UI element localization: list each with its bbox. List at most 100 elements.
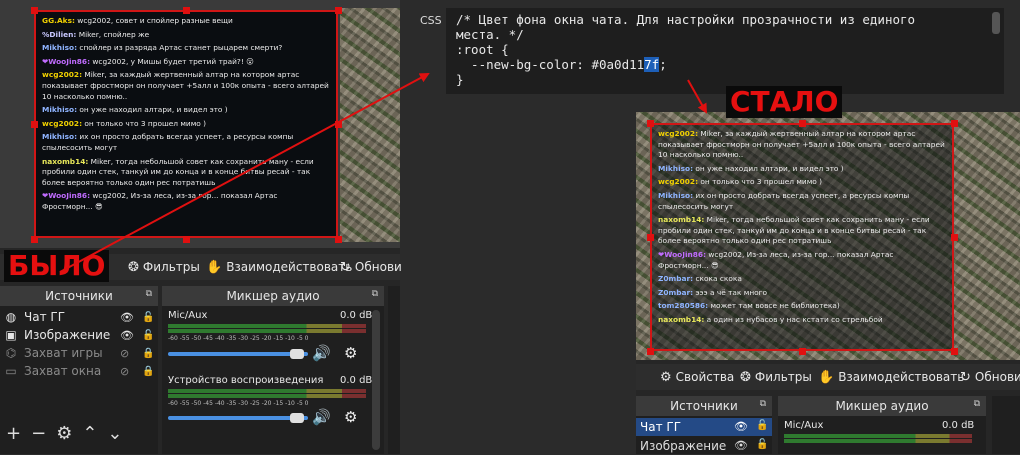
eye-icon[interactable]: 👁 xyxy=(734,420,748,433)
resize-handle[interactable] xyxy=(183,236,190,243)
mixer-scrollbar[interactable] xyxy=(372,310,380,450)
chat-text: скока скока xyxy=(693,274,742,284)
undock-icon[interactable]: ⧉ xyxy=(760,399,766,409)
eye-icon[interactable]: 👁 xyxy=(120,311,134,324)
after-sources-dock: Источники ⧉ Чат ГГ 👁 🔓 Изображение 👁 🔓 xyxy=(636,396,772,454)
resize-handle[interactable] xyxy=(31,7,38,14)
after-chat-messages: wcg2002: Miker, за каждый жертвенный алт… xyxy=(658,129,946,326)
volume-meter xyxy=(784,434,972,438)
css-editor[interactable]: /* Цвет фона окна чата. Для настройки пр… xyxy=(446,8,1004,94)
chat-message: ❤WooJin86: wcg2002, Из-за леса, из-за го… xyxy=(42,191,330,212)
source-item[interactable]: ◍ Чат ГГ 👁 🔓 xyxy=(0,308,158,326)
up-icon[interactable]: ⌃ xyxy=(82,424,97,444)
css-scrollbar[interactable] xyxy=(992,12,1000,34)
chat-text: он уже находил алтари, и видел это ) xyxy=(77,105,228,115)
unlock-icon[interactable]: 🔓 xyxy=(756,439,768,450)
chat-text: их он просто добрать всегда успеет, а ре… xyxy=(42,132,294,152)
eye-icon[interactable]: 👁 xyxy=(120,329,134,342)
resize-handle[interactable] xyxy=(799,120,806,127)
chat-nickname: ❤WooJin86: xyxy=(42,191,91,201)
chat-nickname: Mikhiso: xyxy=(42,43,78,53)
mixer-channel-db: 0.0 dB xyxy=(942,420,975,431)
interact-button[interactable]: ✋ Взаимодействовать xyxy=(818,364,964,390)
unlock-icon[interactable]: 🔓 xyxy=(756,420,768,431)
resize-handle[interactable] xyxy=(335,121,342,128)
eye-icon[interactable]: 👁 xyxy=(734,439,748,452)
speaker-icon[interactable]: 🔊 xyxy=(312,344,331,362)
after-chat-window[interactable]: wcg2002: Miker, за каждый жертвенный алт… xyxy=(650,123,954,351)
mixer-channel-db: 0.0 dB xyxy=(340,375,373,386)
resize-handle[interactable] xyxy=(951,348,958,355)
chat-message: Z0mbar: скока скока xyxy=(658,274,946,285)
meter-scale: -60 -55 -50 -45 -40 -35 -30 -25 -20 -15 … xyxy=(168,400,309,407)
before-sources-dock: Источники ⧉ ◍ Чат ГГ 👁 🔓 ▣ Изображение 👁 🔓 ⌬ Захв… xyxy=(0,286,158,454)
resize-handle[interactable] xyxy=(647,120,654,127)
volume-meter xyxy=(168,389,366,393)
css-label: CSS xyxy=(420,14,442,27)
resize-handle[interactable] xyxy=(31,121,38,128)
filters-button[interactable]: ❂ Фильтры xyxy=(128,254,200,280)
gear-icon[interactable]: ⚙ xyxy=(344,408,357,426)
gear-icon[interactable]: ⚙ xyxy=(344,344,357,362)
undock-icon[interactable]: ⧉ xyxy=(974,399,980,409)
chat-message: wcg2002: Miker, за каждый жертвенный алт… xyxy=(42,70,330,102)
remove-icon[interactable]: − xyxy=(31,424,46,444)
meter-scale: -60 -55 -50 -45 -40 -35 -30 -25 -20 -15 … xyxy=(168,335,309,342)
refresh-icon: ↻ xyxy=(960,369,971,385)
resize-handle[interactable] xyxy=(799,348,806,355)
unlock-icon[interactable]: 🔓 xyxy=(142,312,154,323)
source-item[interactable]: ▣ Изображение 👁 🔓 xyxy=(0,326,158,344)
resize-handle[interactable] xyxy=(335,236,342,243)
resize-handle[interactable] xyxy=(183,7,190,14)
add-icon[interactable]: + xyxy=(6,424,21,444)
undock-icon[interactable]: ⧉ xyxy=(372,289,378,299)
resize-handle[interactable] xyxy=(31,236,38,243)
resize-handle[interactable] xyxy=(335,7,342,14)
after-next-dock xyxy=(992,396,1020,454)
before-next-dock xyxy=(388,286,400,454)
source-item[interactable]: ⌬ Захват игры ⊘ 🔒 xyxy=(0,344,158,362)
refresh-button[interactable]: ↻ Обнови xyxy=(960,364,1020,390)
unlock-icon[interactable]: 🔓 xyxy=(142,330,154,341)
resize-handle[interactable] xyxy=(951,234,958,241)
filters-button[interactable]: ❂ Фильтры xyxy=(740,364,812,390)
chat-nickname: Z0mbar: xyxy=(658,287,694,297)
chat-text: эээ а чё так много xyxy=(693,287,768,297)
resize-handle[interactable] xyxy=(647,234,654,241)
mixer-channel-name: Mic/Aux xyxy=(784,420,824,431)
source-item[interactable]: Чат ГГ 👁 🔓 xyxy=(636,418,772,436)
lock-icon[interactable]: 🔒 xyxy=(142,348,154,359)
mixer-header: Микшер аудио xyxy=(778,396,986,416)
window-icon: ▭ xyxy=(5,364,17,378)
gear-icon: ⚙ xyxy=(660,369,672,385)
gear-icon[interactable]: ⚙ xyxy=(56,424,72,444)
volume-slider[interactable] xyxy=(168,352,308,356)
source-item[interactable]: Изображение 👁 🔓 xyxy=(636,437,772,455)
before-screenshot: GG.Aks: wcg2002, совет и спойлер разные … xyxy=(0,0,402,454)
filters-icon: ❂ xyxy=(740,369,751,385)
speaker-icon[interactable]: 🔊 xyxy=(312,408,331,426)
volume-slider-handle[interactable] xyxy=(290,349,304,359)
resize-handle[interactable] xyxy=(647,348,654,355)
resize-handle[interactable] xyxy=(951,120,958,127)
volume-meter xyxy=(168,324,366,328)
eye-hidden-icon[interactable]: ⊘ xyxy=(120,365,129,378)
interact-button[interactable]: ✋ Взаимодействовать xyxy=(206,254,352,280)
hand-icon: ✋ xyxy=(818,369,835,385)
source-item[interactable]: ▭ Захват окна ⊘ 🔒 xyxy=(0,362,158,380)
volume-slider-handle[interactable] xyxy=(290,413,304,423)
properties-button[interactable]: ⚙ Свойства xyxy=(660,364,734,390)
before-chat-window[interactable]: GG.Aks: wcg2002, совет и спойлер разные … xyxy=(34,10,338,238)
after-source-toolbar: ⚙ Свойства ❂ Фильтры ✋ Взаимодействовать… xyxy=(636,364,1020,390)
chat-nickname: ❤WooJin86: xyxy=(658,249,707,259)
chat-message: %Dilien: Miker, спойлер же xyxy=(42,30,330,41)
chat-nickname: Mikhiso: xyxy=(658,190,694,200)
volume-slider[interactable] xyxy=(168,416,308,420)
eye-hidden-icon[interactable]: ⊘ xyxy=(120,347,129,360)
lock-icon[interactable]: 🔒 xyxy=(142,366,154,377)
down-icon[interactable]: ⌄ xyxy=(107,424,122,444)
mixer-channel-name: Устройство воспроизведения xyxy=(168,375,324,386)
chat-nickname: wcg2002: xyxy=(42,118,83,128)
refresh-button[interactable]: ↻ Обнови xyxy=(340,254,402,280)
undock-icon[interactable]: ⧉ xyxy=(146,289,152,299)
